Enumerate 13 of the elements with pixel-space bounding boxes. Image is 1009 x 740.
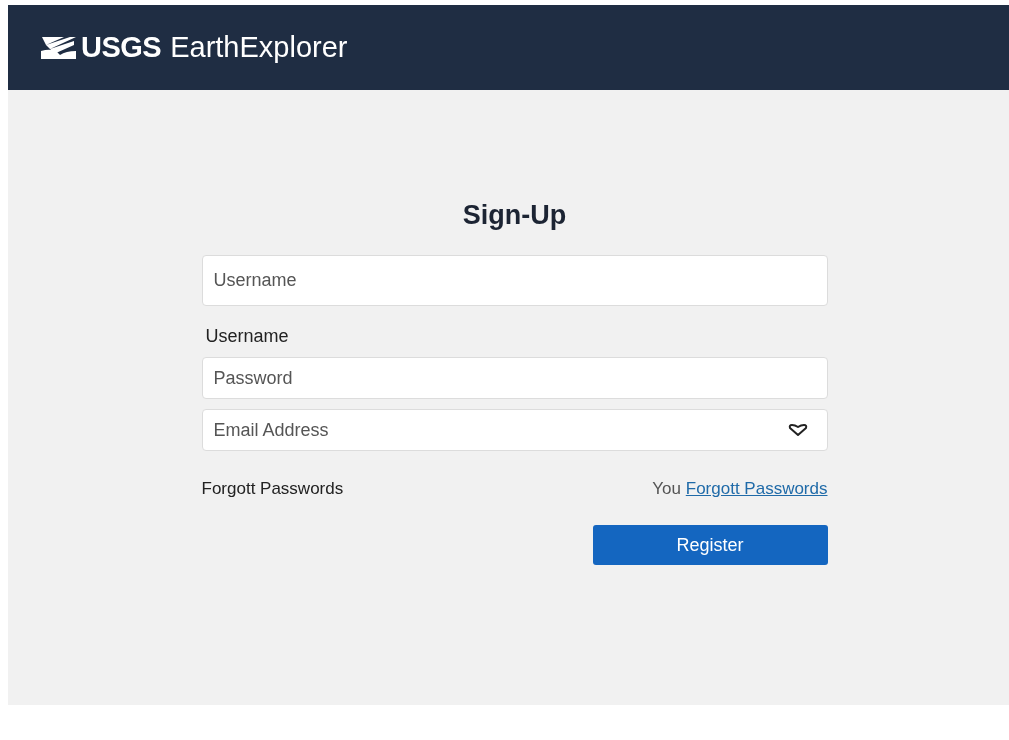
forgot-password-link[interactable]: Forgott Passwords [685, 479, 828, 498]
forgot-password-text: Forgott Passwords [201, 479, 344, 499]
input-field[interactable]: Email Address [201, 409, 828, 451]
field-label: Username [205, 326, 290, 347]
form-title: Sign-Up [461, 200, 568, 231]
app-name: EarthExplorer [170, 31, 348, 64]
input-field[interactable]: Password [201, 357, 828, 399]
logo-icon [40, 34, 78, 61]
prefix-text: You [652, 479, 682, 498]
heart-icon [787, 423, 808, 437]
logo-wordmark: USGS [81, 31, 162, 64]
register-button[interactable]: Register [592, 525, 828, 565]
input-field[interactable]: Username [201, 255, 828, 306]
